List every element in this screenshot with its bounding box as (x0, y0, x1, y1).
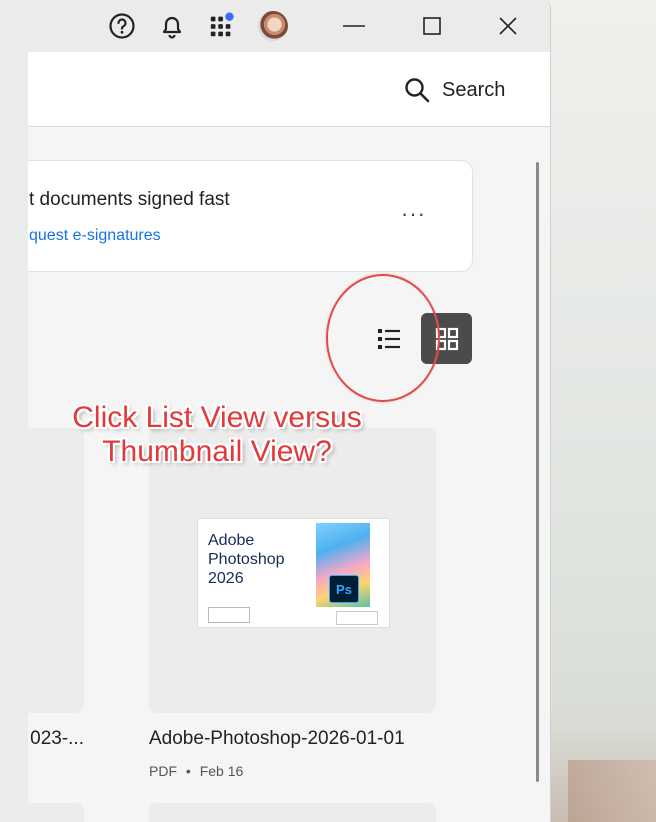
publisher-logo (208, 607, 250, 623)
request-esignatures-link[interactable]: quest e-signatures (29, 227, 161, 245)
photoshop-logo-icon: Ps (329, 575, 359, 603)
bell-icon[interactable] (158, 12, 186, 40)
app-window: Search t documents signed fast quest e-s… (28, 0, 551, 822)
file-card[interactable] (28, 803, 84, 822)
search-label: Search (442, 78, 506, 101)
help-icon[interactable] (108, 12, 136, 40)
maximize-icon[interactable] (418, 12, 446, 40)
minimize-icon[interactable] (340, 12, 368, 40)
scrollbar[interactable] (536, 162, 539, 782)
main-content: t documents signed fast quest e-signatur… (28, 127, 550, 822)
desktop-background (548, 0, 656, 822)
close-icon[interactable] (494, 12, 522, 40)
avatar[interactable] (258, 11, 288, 41)
apps-icon[interactable] (208, 12, 236, 40)
title-bar (28, 0, 550, 52)
file-name: 023-... (30, 728, 84, 749)
search-icon (405, 78, 430, 103)
e-sign-banner: t documents signed fast quest e-signatur… (28, 160, 473, 272)
thumbnail-title: Adobe Photoshop 2026 (208, 532, 285, 587)
jetset-logo (336, 611, 378, 625)
file-meta: PDF • Feb 16 (149, 763, 244, 779)
more-options-icon[interactable]: ··· (401, 201, 426, 227)
file-card[interactable]: Adobe Photoshop 2026 Ps (149, 428, 436, 713)
annotation-callout: Click List View versus Thumbnail View? (72, 401, 362, 468)
toolbar: Search (28, 52, 550, 127)
file-thumbnail: Adobe Photoshop 2026 Ps (197, 518, 390, 628)
file-name: Adobe-Photoshop-2026-01-01 (149, 728, 405, 749)
annotation-circle (326, 274, 440, 402)
banner-title: t documents signed fast (29, 189, 230, 210)
file-card[interactable] (28, 428, 84, 713)
search-button[interactable]: Search (404, 74, 505, 106)
file-card[interactable] (149, 803, 436, 822)
